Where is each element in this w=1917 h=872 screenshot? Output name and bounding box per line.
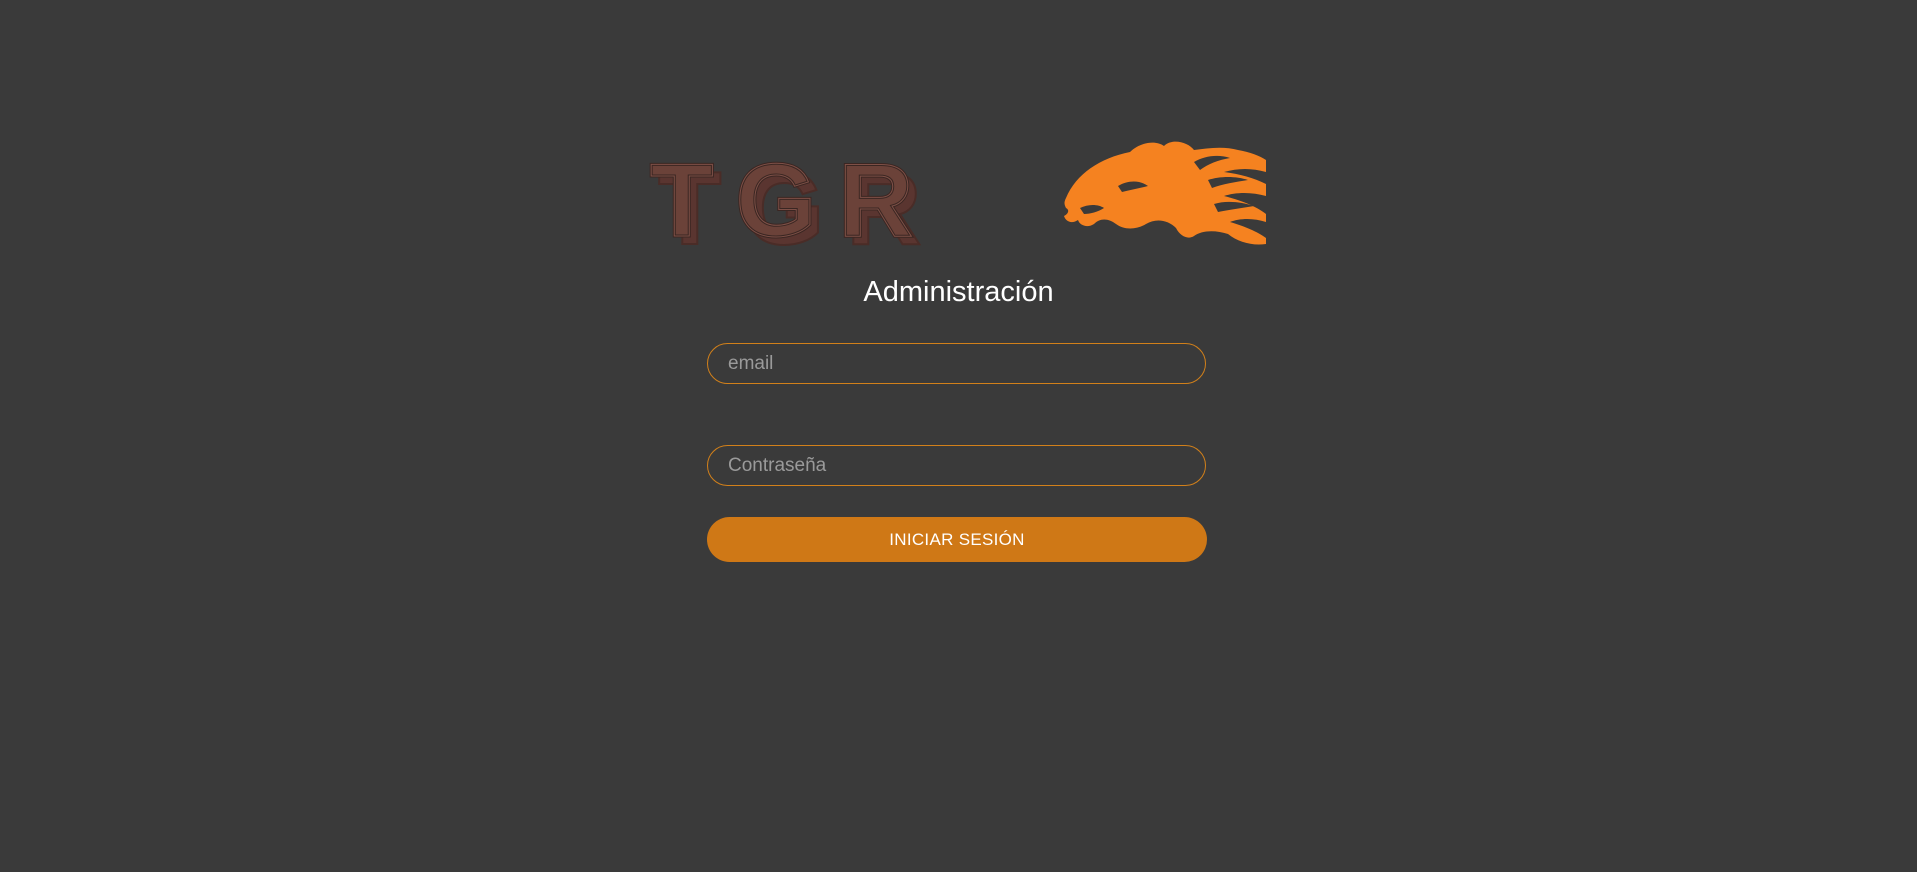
login-page: TGR TGR TGR Administración INICIAR SESIÓ… — [0, 0, 1917, 872]
login-button[interactable]: INICIAR SESIÓN — [707, 517, 1207, 562]
tgr-logo: TGR TGR TGR — [649, 141, 1266, 255]
flaming-jaguar-icon — [1064, 141, 1266, 245]
email-field[interactable] — [707, 343, 1206, 384]
password-field[interactable] — [707, 445, 1206, 486]
logo-wordmark-inline: TGR — [650, 143, 936, 254]
page-title: Administración — [863, 276, 1054, 308]
logo-wordmark: TGR TGR TGR — [649, 142, 936, 255]
